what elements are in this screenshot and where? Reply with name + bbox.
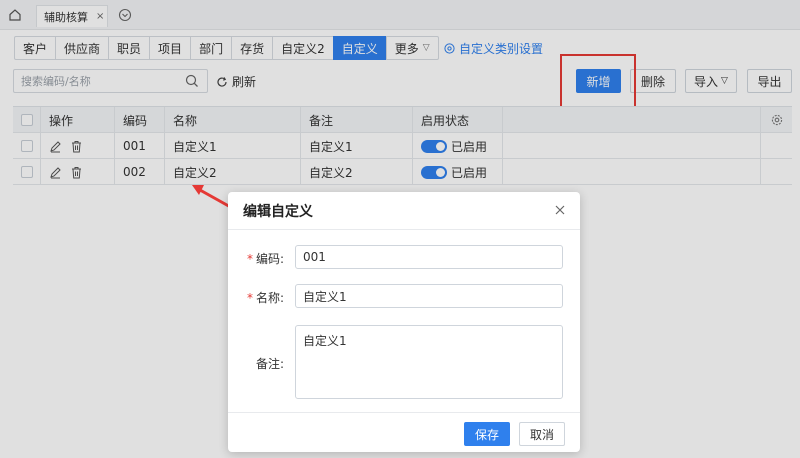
form-row-name: * 名称: [228,284,580,308]
edit-custom-dialog: 编辑自定义 *编码: *名称: 备注: 自定义1 保存 取消 [228,192,580,452]
form-row-note: 备注: 自定义1 [228,325,580,399]
name-label: * 名称: [247,289,284,306]
dialog-footer: 保存 取消 [228,412,580,452]
required-mark: * [246,252,253,266]
name-label-text: 名称: [255,291,284,305]
note-field[interactable]: 自定义1 [295,325,563,399]
note-label: 备注: [255,357,284,371]
code-field[interactable] [295,245,563,269]
code-label-text: 编码: [255,252,284,266]
code-label: * 编码: [247,250,284,267]
close-icon[interactable] [554,204,566,216]
dialog-header: 编辑自定义 [228,192,580,230]
dialog-title: 编辑自定义 [243,203,313,220]
cancel-button[interactable]: 取消 [519,422,565,446]
required-mark: * [246,291,253,305]
form-row-code: * 编码: [228,245,580,269]
save-button[interactable]: 保存 [464,422,510,446]
name-field[interactable] [295,284,563,308]
